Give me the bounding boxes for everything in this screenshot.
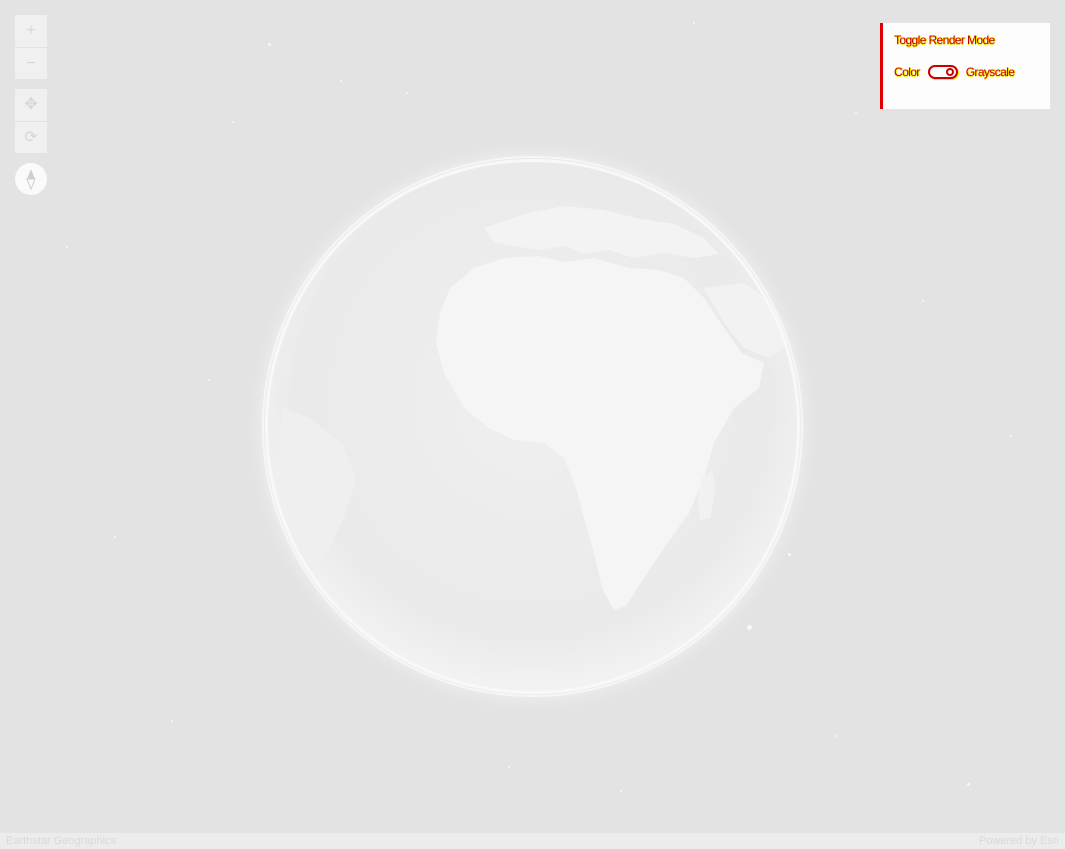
pan-icon: ✥ xyxy=(24,96,38,113)
star xyxy=(208,379,210,381)
zoom-in-button[interactable]: + xyxy=(15,15,47,47)
star xyxy=(508,766,510,768)
star xyxy=(620,790,622,792)
star xyxy=(967,783,970,786)
star xyxy=(114,536,116,538)
compass-button[interactable] xyxy=(15,163,47,195)
zoom-out-button[interactable]: − xyxy=(15,47,47,79)
star xyxy=(693,22,695,24)
globe[interactable] xyxy=(264,158,801,695)
plus-icon: + xyxy=(26,22,36,39)
star xyxy=(340,80,342,82)
grayscale-label: Grayscale xyxy=(965,65,1015,79)
map-view[interactable]: + − ✥ ⟳ Toggle Render Mode Color Graysca… xyxy=(0,0,1065,849)
render-mode-switch[interactable] xyxy=(927,65,958,79)
star xyxy=(835,735,837,737)
color-label: Color xyxy=(894,65,920,79)
powered-by-link[interactable]: Powered by Esri xyxy=(979,835,1059,847)
rotate-button[interactable]: ⟳ xyxy=(15,121,47,153)
panel-title: Toggle Render Mode xyxy=(894,33,995,47)
compass-icon xyxy=(26,169,36,190)
zoom-controls: + − xyxy=(15,15,47,79)
switch-knob xyxy=(945,68,954,76)
attribution-source[interactable]: Earthstar Geographics xyxy=(6,835,116,847)
star xyxy=(406,92,408,94)
minus-icon: − xyxy=(26,54,36,72)
star xyxy=(66,246,68,248)
star xyxy=(855,112,857,114)
star xyxy=(232,121,234,123)
navigation-mode-controls: ✥ ⟳ xyxy=(15,89,47,153)
star xyxy=(922,300,924,302)
star xyxy=(171,720,173,722)
star xyxy=(1010,435,1012,437)
pan-button[interactable]: ✥ xyxy=(15,89,47,121)
rotate-icon: ⟳ xyxy=(24,128,38,146)
globe-landmass xyxy=(264,158,801,695)
render-mode-panel: Toggle Render Mode Color Grayscale xyxy=(880,23,1050,109)
render-mode-toggle-row: Color Grayscale xyxy=(894,65,1050,79)
star xyxy=(268,43,271,46)
attribution-bar: Earthstar Geographics Powered by Esri xyxy=(0,833,1065,849)
